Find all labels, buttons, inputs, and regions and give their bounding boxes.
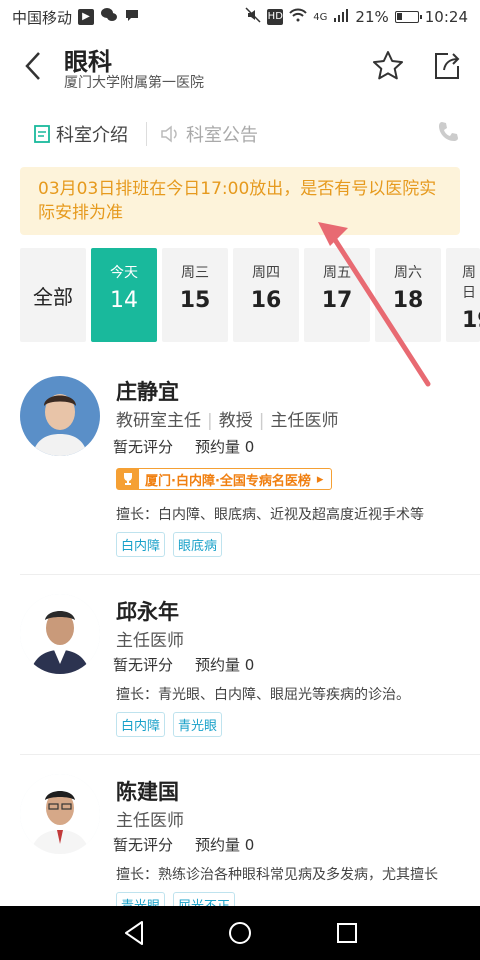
doctor-avatar: [20, 774, 100, 854]
carrier-label: 中国移动: [12, 8, 73, 27]
trophy-icon: [117, 469, 139, 489]
doctor-avatar: [20, 376, 100, 456]
tab-notice-label: 科室公告: [186, 125, 258, 146]
document-icon: [34, 125, 50, 143]
doctor-name: 陈建国: [116, 780, 179, 804]
specialty-tag: 白内障: [116, 532, 166, 557]
chevron-left-icon: [25, 52, 40, 80]
doctor-rating: 暂无评分: [113, 836, 174, 854]
tab-divider: [146, 122, 147, 146]
date-weekday: 周六: [394, 265, 422, 281]
clock: 10:24: [424, 8, 468, 26]
date-cell[interactable]: 周五 17: [304, 248, 370, 342]
date-day: 18: [392, 288, 424, 313]
doctor-stats: 暂无评分 预约量 0: [113, 436, 254, 457]
doctor-appointments: 预约量 0: [195, 438, 255, 456]
phone-icon: [439, 122, 458, 141]
date-all-button[interactable]: 全部: [20, 248, 86, 342]
star-icon: [373, 51, 403, 80]
date-day: 19: [462, 308, 480, 333]
caret-right-icon: ▸: [316, 471, 324, 487]
doctor-title: 主任医师: [116, 631, 184, 651]
doctor-specialty: 擅长：白内障、眼底病、近视及超高度近视手术等: [116, 507, 424, 523]
date-weekday: 周五: [323, 265, 351, 281]
date-cell[interactable]: 周日 19: [446, 248, 480, 342]
date-weekday: 周三: [181, 265, 209, 281]
signal-icon: [333, 8, 349, 26]
doctor-appointments: 预约量 0: [195, 836, 255, 854]
doctor-card[interactable]: 庄静宜 教研室主任 | 教授 | 主任医师 暂无评分 预约量 0 厦门·白内障·全国专病…: [0, 364, 480, 557]
tab-department-notice[interactable]: 科室公告: [160, 112, 258, 156]
doctor-stats: 暂无评分 预约量 0: [113, 654, 254, 675]
specialty-tag: 眼底病: [173, 532, 223, 557]
square-recents-icon: [337, 923, 357, 943]
call-button[interactable]: [436, 120, 464, 148]
page-header: 眼科 厦门大学附属第一医院: [0, 34, 480, 104]
doctor-title: 主任医师: [116, 811, 184, 831]
nav-recents-button[interactable]: [332, 918, 362, 948]
doctor-title-part: 教授: [218, 411, 253, 431]
nav-home-button[interactable]: [225, 918, 255, 948]
tab-department-intro[interactable]: 科室介绍: [34, 112, 128, 156]
ranking-badge[interactable]: 厦门·白内障·全国专病名医榜 ▸: [116, 468, 333, 490]
wifi-icon: [289, 8, 308, 26]
date-day: 14: [110, 288, 138, 313]
date-day: 17: [321, 288, 353, 313]
hd-icon: HD: [267, 9, 284, 25]
tab-intro-label: 科室介绍: [56, 125, 128, 146]
doctor-title-part: 教研室主任: [116, 411, 201, 431]
triangle-back-icon: [125, 921, 143, 945]
nav-back-button[interactable]: [120, 918, 150, 948]
list-divider: [20, 574, 480, 575]
doctor-title-part: 主任医师: [270, 411, 339, 431]
specialty-tag: 青光眼: [173, 712, 223, 737]
status-bar: 中国移动 ▶ HD 4G 21% 10:24: [0, 0, 480, 34]
doctor-specialty: 擅长：青光眼、白内障、眼屈光等疾病的诊治。: [116, 687, 410, 703]
app-notification-icon: ▶: [78, 9, 95, 25]
doctor-card[interactable]: 邱永年 主任医师 暂无评分 预约量 0 擅长：青光眼、白内障、眼屈光等疾病的诊治…: [0, 584, 480, 762]
doctor-rating: 暂无评分: [113, 438, 174, 456]
doctor-avatar: [20, 594, 100, 674]
badge-label: 厦门·白内障·全国专病名医榜: [145, 473, 311, 489]
date-cell[interactable]: 周六 18: [375, 248, 441, 342]
date-cell[interactable]: 周四 16: [233, 248, 299, 342]
share-icon: [435, 53, 460, 79]
date-weekday: 今天: [110, 265, 138, 281]
doctor-title: 教研室主任 | 教授 | 主任医师: [116, 411, 339, 431]
back-button[interactable]: [18, 48, 48, 84]
doctor-name: 庄静宜: [116, 380, 179, 404]
doctor-stats: 暂无评分 预约量 0: [113, 834, 254, 855]
wechat-icon: [100, 7, 118, 27]
battery-icon: [394, 11, 422, 23]
circle-home-icon: [229, 922, 251, 944]
speaker-icon: [161, 125, 177, 143]
system-nav-bar: [0, 906, 480, 960]
date-weekday: 周四: [252, 265, 280, 281]
share-button[interactable]: [428, 48, 464, 84]
battery-percent: 21%: [355, 8, 389, 26]
favorite-button[interactable]: [370, 48, 406, 84]
schedule-notice-banner: 03月03日排班在今日17:00放出，是否有号以医院实际安排为准: [20, 167, 460, 235]
specialty-tags: 白内障 眼底病: [116, 532, 223, 557]
date-cell[interactable]: 今天 14: [91, 248, 157, 342]
date-selector: 全部 今天 14 周三 15 周四 16 周五 17 周六 18 周日 19: [0, 248, 480, 344]
network-type: 4G: [313, 11, 328, 23]
mute-icon: [245, 7, 261, 27]
date-cell[interactable]: 周三 15: [162, 248, 228, 342]
date-day: 16: [250, 288, 282, 313]
doctor-specialty: 擅长：熟练诊治各种眼科常见病及多发病，尤其擅长: [116, 867, 438, 883]
date-day: 15: [179, 288, 211, 313]
hospital-name: 厦门大学附属第一医院: [64, 75, 204, 91]
department-tabs: 科室介绍 科室公告: [0, 112, 480, 156]
doctor-appointments: 预约量 0: [195, 656, 255, 674]
message-icon: [124, 7, 140, 27]
specialty-tags: 白内障 青光眼: [116, 712, 223, 737]
specialty-tag: 白内障: [116, 712, 166, 737]
doctor-name: 邱永年: [116, 600, 179, 624]
list-divider: [20, 754, 480, 755]
doctor-rating: 暂无评分: [113, 656, 174, 674]
date-weekday: 周日: [462, 265, 476, 301]
